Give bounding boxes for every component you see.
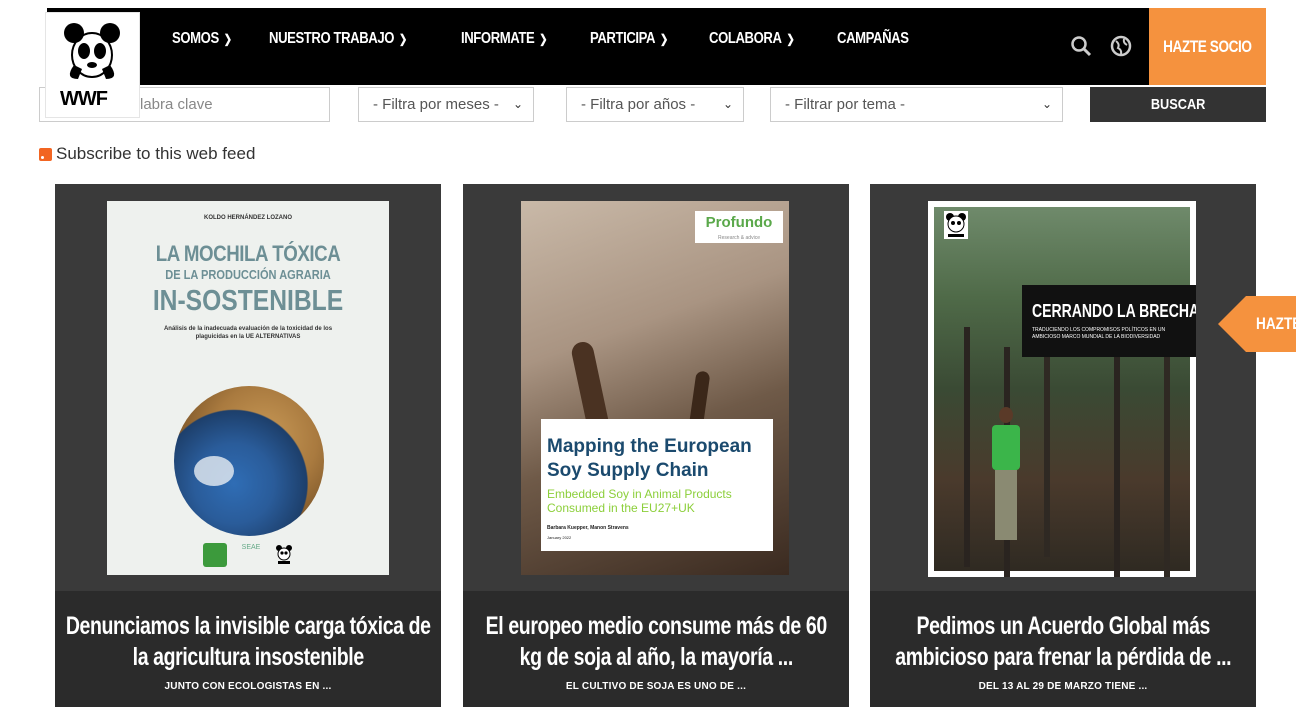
report-cover-image[interactable]: KOLDO HERNÁNDEZ LOZANO LA MOCHILA TÓXICA… <box>107 201 389 575</box>
search-icon[interactable] <box>1070 35 1092 57</box>
report-cover-image[interactable]: CERRANDO LA BRECHA TRADUCIENDO LOS COMPR… <box>928 201 1196 577</box>
card-title[interactable]: Pedimos un Acuerdo Global más ambicioso … <box>880 611 1246 673</box>
main-menu: SOMOS ❯ NUESTRO TRABAJO ❯ INFORMATE ❯ PA… <box>172 30 948 48</box>
card-teaser: DEL 13 AL 29 DE MARZO TIENE ... <box>978 681 1148 692</box>
logo-text: WWF <box>60 88 108 110</box>
partner-logos: SEAE <box>107 543 389 567</box>
report-cover-image[interactable]: Profundo Research & advice Mapping the E… <box>521 201 789 575</box>
buscar-button[interactable]: BUSCAR <box>1090 87 1266 122</box>
nav-label: CAMPAÑAS <box>836 30 909 47</box>
cover-authors: Barbara Kuepper, Manon Stravens <box>547 525 629 531</box>
rss-icon <box>39 147 52 161</box>
cover-date: January 2022 <box>547 535 572 540</box>
cover-title-line: IN-SOSTENIBLE <box>152 285 344 317</box>
person-legs <box>995 470 1017 540</box>
mangrove-photo <box>934 207 1190 571</box>
nav-item-colabora[interactable]: COLABORA ❯ <box>708 30 795 48</box>
cover-title-line: DE LA PRODUCCIÓN AGRARIA <box>165 267 331 282</box>
panda-icon <box>64 23 120 79</box>
chevron-down-icon: ❯ <box>398 32 407 46</box>
seae-logo: SEAE <box>241 544 261 551</box>
person-shirt <box>992 425 1020 470</box>
cover-banner: CERRANDO LA BRECHA TRADUCIENDO LOS COMPR… <box>1022 285 1196 357</box>
chevron-down-icon: ❯ <box>538 32 547 46</box>
card-title[interactable]: Denunciamos la invisible carga tóxica de… <box>65 611 431 673</box>
hazte-socio-button[interactable]: HAZTE SOCIO <box>1149 8 1266 85</box>
card-title-text: Pedimos un Acuerdo Global más ambicioso … <box>895 612 1231 671</box>
nav-item-informate[interactable]: INFORMATE ❯ <box>461 30 547 48</box>
nav-label: SOMOS <box>172 30 219 47</box>
nav-label: COLABORA <box>708 30 782 47</box>
chevron-down-icon: ❯ <box>786 32 794 46</box>
chevron-down-icon: ⌄ <box>512 97 523 111</box>
cover-description: Análisis de la inadecuada evaluación de … <box>163 326 333 340</box>
news-card[interactable]: KOLDO HERNÁNDEZ LOZANO LA MOCHILA TÓXICA… <box>55 184 441 707</box>
profundo-sub: Research & advice <box>718 235 760 241</box>
card-teaser: JUNTO CON ECOLOGISTAS EN ... <box>164 681 332 692</box>
nav-item-somos[interactable]: SOMOS ❯ <box>172 30 232 48</box>
cover-title-line: LA MOCHILA TÓXICA <box>155 241 341 266</box>
card-title-text: El europeo medio consume más de 60 kg de… <box>485 612 827 671</box>
chevron-down-icon: ❯ <box>223 32 232 46</box>
chevron-down-icon: ⌄ <box>722 97 733 111</box>
nav-item-nuestro-trabajo[interactable]: NUESTRO TRABAJO ❯ <box>269 30 407 48</box>
chevron-down-icon: ⌄ <box>1041 97 1052 111</box>
news-card[interactable]: CERRANDO LA BRECHA TRADUCIENDO LOS COMPR… <box>870 184 1256 707</box>
profundo-logo: Profundo Research & advice <box>695 211 783 243</box>
card-caption: Pedimos un Acuerdo Global más ambicioso … <box>870 591 1256 707</box>
person-head <box>999 407 1013 423</box>
select-value: - Filtrar por tema - <box>785 96 906 113</box>
select-value: - Filtra por años - <box>581 96 696 113</box>
hazte-socio-label: HAZTE SOCIO <box>1163 36 1252 56</box>
card-caption: Denunciamos la invisible carga tóxica de… <box>55 591 441 707</box>
web-feed-link[interactable]: Subscribe to this web feed <box>39 144 255 164</box>
nav-label: NUESTRO TRABAJO <box>268 30 394 47</box>
news-card[interactable]: Profundo Research & advice Mapping the E… <box>463 184 849 707</box>
cover-subhead: TRADUCIENDO LOS COMPROMISOS POLÍTICOS EN… <box>1032 327 1166 340</box>
year-filter-select[interactable]: - Filtra por años - ⌄ <box>566 87 744 122</box>
side-tab-label: HAZTE <box>1256 314 1296 333</box>
nav-label: INFORMATE <box>460 30 535 47</box>
card-title[interactable]: El europeo medio consume más de 60 kg de… <box>473 611 839 673</box>
cover-headline: CERRANDO LA BRECHA <box>1032 301 1196 321</box>
topic-filter-select[interactable]: - Filtrar por tema - ⌄ <box>770 87 1063 122</box>
card-title-text: Denunciamos la invisible carga tóxica de… <box>65 612 431 671</box>
cover-text-box: Mapping the European Soy Supply Chain Em… <box>541 419 773 551</box>
month-filter-select[interactable]: - Filtra por meses - ⌄ <box>358 87 534 122</box>
panda-icon <box>944 211 968 239</box>
cover-headline: Mapping the European Soy Supply Chain <box>547 436 752 481</box>
chevron-down-icon: ❯ <box>659 32 668 46</box>
person-figure <box>992 407 1020 547</box>
nav-item-participa[interactable]: PARTICIPA ❯ <box>590 30 668 48</box>
panda-icon <box>276 545 292 564</box>
profundo-label: Profundo <box>705 214 773 231</box>
cover-subhead: Embedded Soy in Animal Products Consumed… <box>547 487 732 515</box>
globe-icon[interactable] <box>1110 35 1132 57</box>
ecologistas-logo-icon <box>203 543 227 567</box>
card-teaser: EL CULTIVO DE SOJA ES UNO DE ... <box>565 681 747 692</box>
search-value: labra clave <box>140 96 213 113</box>
cover-author: KOLDO HERNÁNDEZ LOZANO <box>204 215 292 221</box>
earth-illustration <box>174 386 324 536</box>
nav-label: PARTICIPA <box>589 30 655 47</box>
feed-label: Subscribe to this web feed <box>56 144 256 163</box>
nav-item-campanas[interactable]: CAMPAÑAS <box>837 30 909 48</box>
buscar-label: BUSCAR <box>1150 96 1206 113</box>
select-value: - Filtra por meses - <box>373 96 499 113</box>
nav-icons <box>1070 35 1132 57</box>
card-caption: El europeo medio consume más de 60 kg de… <box>463 591 849 707</box>
wwf-logo[interactable]: WWF <box>45 12 140 118</box>
